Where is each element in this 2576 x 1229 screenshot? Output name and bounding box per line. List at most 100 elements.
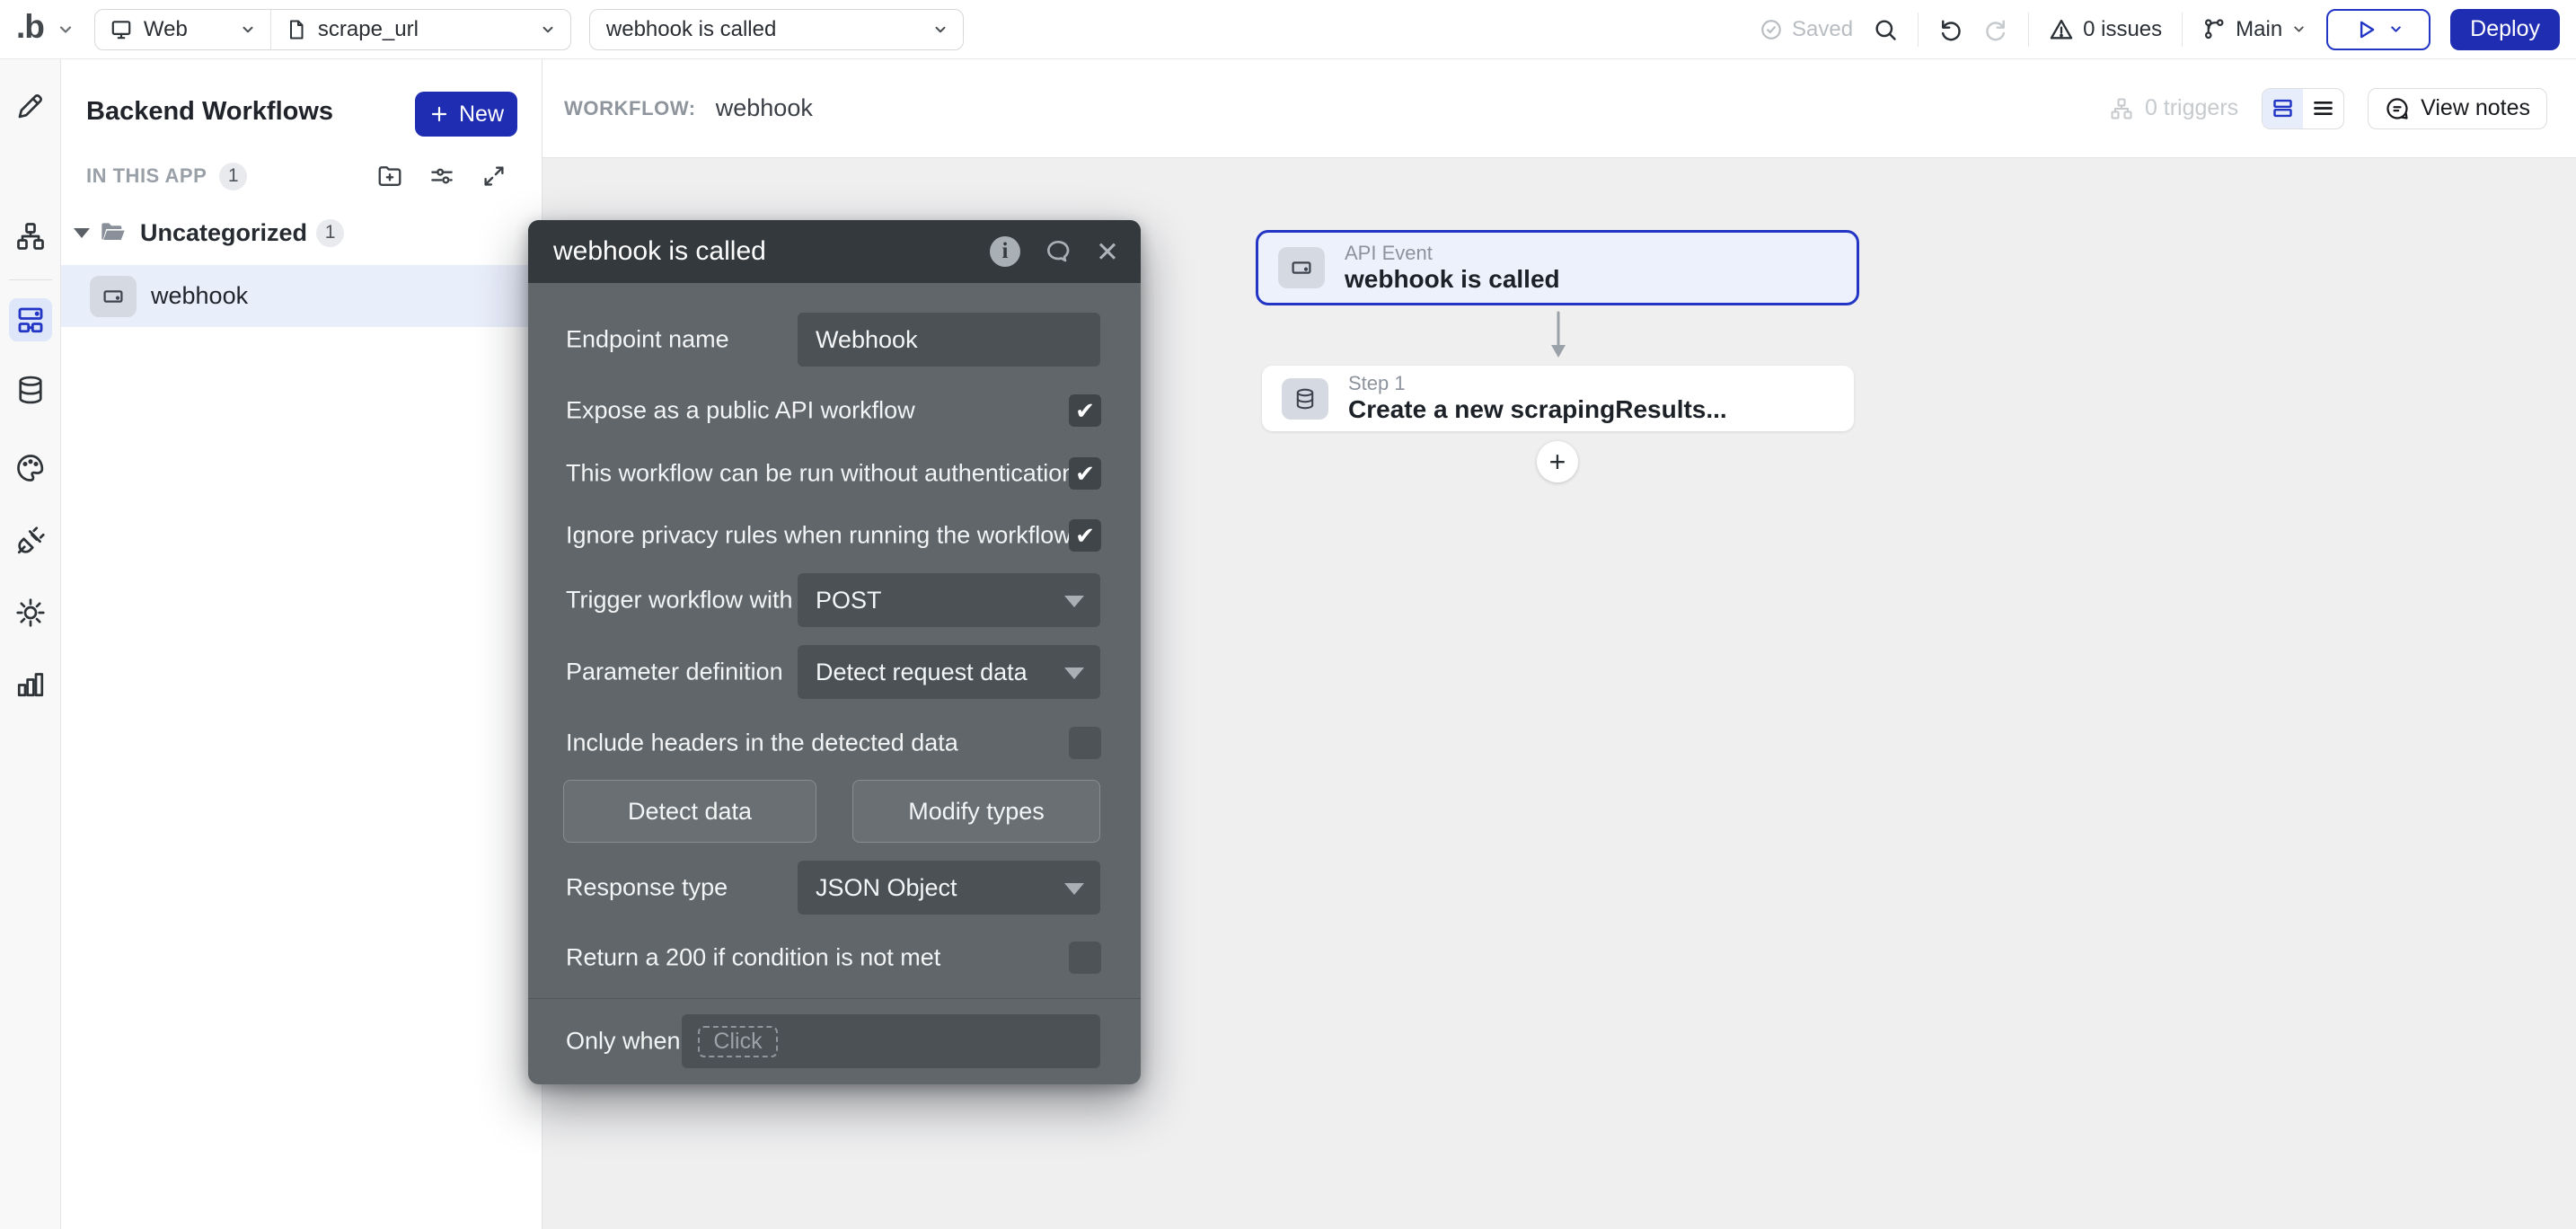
workflows-tab-sitemap-icon[interactable] <box>9 215 52 258</box>
info-icon[interactable]: i <box>990 236 1020 267</box>
flow-arrow-down-icon <box>1547 311 1570 361</box>
plugins-tab-plug-icon[interactable] <box>9 519 52 562</box>
only-when-input[interactable]: Click <box>682 1014 1100 1068</box>
new-workflow-button[interactable]: New <box>415 92 517 137</box>
issues-indicator[interactable]: 0 issues <box>2049 17 2162 42</box>
card-view-toggle[interactable] <box>2263 89 2303 128</box>
panel-title: Backend Workflows <box>86 97 333 127</box>
modify-types-label: Modify types <box>908 798 1045 826</box>
hamburger-icon <box>2311 96 2335 120</box>
scope-count-badge: 1 <box>219 163 247 190</box>
styles-tab-palette-icon[interactable] <box>9 447 52 490</box>
expand-icon[interactable] <box>481 163 507 190</box>
flow-node-api-event[interactable]: API Event webhook is called <box>1256 230 1859 305</box>
view-mode-toggle <box>2262 88 2344 129</box>
api-event-icon <box>1278 247 1325 288</box>
redo-icon[interactable] <box>1983 17 2008 42</box>
include-headers-checkbox[interactable] <box>1069 727 1101 759</box>
divider <box>2028 13 2029 47</box>
database-action-icon <box>1282 378 1328 420</box>
trigger-with-label: Trigger workflow with <box>566 587 793 614</box>
add-step-button[interactable]: + <box>1537 441 1578 482</box>
endpoint-name-input[interactable]: Webhook <box>798 313 1100 367</box>
close-icon[interactable]: ✕ <box>1096 238 1119 266</box>
view-notes-label: View notes <box>2421 95 2530 121</box>
workflow-label: WORKFLOW: <box>564 97 696 120</box>
list-view-toggle[interactable] <box>2303 89 2343 128</box>
only-when-label: Only when <box>566 1028 681 1056</box>
flow-node-step-1[interactable]: Step 1 Create a new scrapingResults... <box>1262 366 1854 431</box>
response-type-dropdown[interactable]: JSON Object <box>798 861 1100 915</box>
folder-count-badge: 1 <box>316 219 344 247</box>
divider <box>2182 13 2183 47</box>
workflow-header: WORKFLOW: webhook 0 triggers <box>543 59 2576 158</box>
expose-api-checkbox[interactable] <box>1069 394 1101 427</box>
endpoint-name-value: Webhook <box>816 326 918 354</box>
new-button-label: New <box>459 102 504 128</box>
param-definition-label: Parameter definition <box>566 659 783 686</box>
include-headers-label: Include headers in the detected data <box>566 729 958 757</box>
expose-api-label: Expose as a public API workflow <box>566 397 915 425</box>
undo-icon[interactable] <box>1938 17 1963 42</box>
triggers-label: 0 triggers <box>2145 95 2238 121</box>
response-type-label: Response type <box>566 874 728 902</box>
chevron-down-icon <box>2291 22 2307 37</box>
panel-tools <box>376 161 507 191</box>
trigger-with-value: POST <box>816 587 882 614</box>
folder-label: Uncategorized <box>140 219 307 247</box>
param-definition-dropdown[interactable]: Detect request data <box>798 645 1100 699</box>
deploy-button[interactable]: Deploy <box>2450 9 2560 50</box>
plus-icon <box>428 103 450 125</box>
view-notes-button[interactable]: View notes <box>2368 88 2547 129</box>
preview-button[interactable] <box>2326 9 2430 50</box>
stacked-rows-icon <box>2271 96 2295 120</box>
mode-dropdown[interactable]: Web <box>95 10 271 49</box>
filter-sliders-icon[interactable] <box>428 163 455 190</box>
ignore-privacy-checkbox[interactable] <box>1069 519 1101 552</box>
return-200-label: Return a 200 if condition is not met <box>566 944 940 972</box>
divider <box>528 998 1141 999</box>
modal-title: webhook is called <box>553 236 766 267</box>
backend-workflows-tab-icon[interactable] <box>9 298 52 341</box>
no-auth-checkbox[interactable] <box>1069 457 1101 490</box>
only-when-click-placeholder[interactable]: Click <box>698 1026 778 1057</box>
return-200-checkbox[interactable] <box>1069 942 1101 974</box>
page-dropdown[interactable]: scrape_url <box>271 10 570 49</box>
saved-label: Saved <box>1792 17 1853 42</box>
branch-selector[interactable]: Main <box>2202 17 2307 42</box>
divider <box>9 279 52 280</box>
chevron-down-icon <box>240 22 256 38</box>
folder-open-icon <box>99 218 128 247</box>
detect-data-label: Detect data <box>628 798 752 826</box>
modal-header[interactable]: webhook is called i ✕ <box>528 220 1141 283</box>
workflow-list-item-webhook[interactable]: webhook <box>61 265 542 327</box>
logs-tab-chart-icon[interactable] <box>9 662 52 705</box>
data-tab-database-icon[interactable] <box>9 368 52 411</box>
monitor-icon <box>110 18 133 41</box>
detect-data-button[interactable]: Detect data <box>563 780 816 843</box>
bubble-logo: .b <box>16 10 44 49</box>
workflow-dropdown[interactable]: webhook is called <box>589 9 964 50</box>
search-icon[interactable] <box>1873 17 1898 42</box>
divider <box>1918 13 1919 47</box>
modify-types-button[interactable]: Modify types <box>852 780 1100 843</box>
chevron-down-icon <box>932 22 948 38</box>
folder-uncategorized[interactable]: Uncategorized 1 <box>74 217 344 248</box>
mode-label: Web <box>144 17 188 42</box>
event-properties-modal: webhook is called i ✕ Endpoint name Webh… <box>528 220 1141 1084</box>
param-definition-value: Detect request data <box>816 659 1028 686</box>
bubble-editor: .b Web scrape_url <box>0 0 2576 1229</box>
node-kind-label: Step 1 <box>1348 372 1727 394</box>
workflow-name: webhook <box>716 94 813 122</box>
app-menu[interactable]: .b <box>16 10 75 49</box>
comment-bubble-icon[interactable] <box>1044 237 1072 266</box>
design-tab-pencil-icon[interactable] <box>9 84 52 128</box>
settings-tab-gear-icon[interactable] <box>9 591 52 634</box>
trigger-with-dropdown[interactable]: POST <box>798 573 1100 627</box>
add-folder-icon[interactable] <box>376 163 403 190</box>
sitemap-icon <box>2109 96 2134 121</box>
no-auth-label: This workflow can be run without authent… <box>566 460 1075 488</box>
caret-down-icon[interactable] <box>74 228 90 238</box>
save-status: Saved <box>1760 17 1853 42</box>
play-icon <box>2354 18 2378 41</box>
